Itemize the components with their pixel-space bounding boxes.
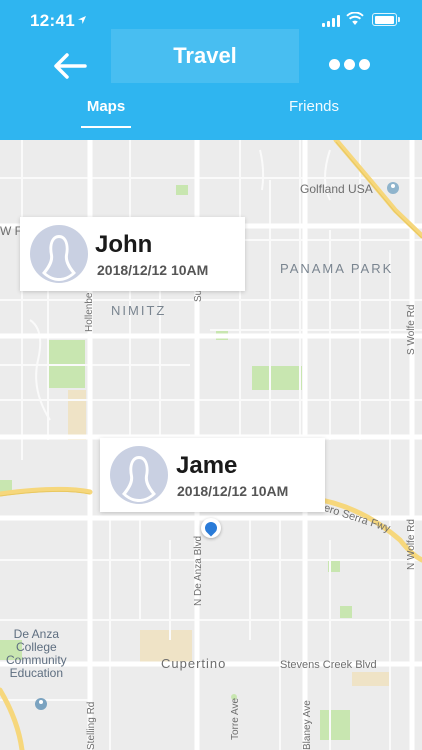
friend-timestamp: 2018/12/12 10AM	[97, 262, 209, 278]
cellular-signal-icon	[322, 15, 340, 27]
tab-maps-label: Maps	[86, 98, 126, 115]
map-label-sunnyvale-rd: Su	[193, 289, 204, 302]
friend-card-john[interactable]: John 2018/12/12 10AM	[20, 217, 245, 291]
friend-timestamp: 2018/12/12 10AM	[177, 483, 289, 499]
map-label-stevens-creek: Stevens Creek Blvd	[280, 659, 377, 671]
battery-icon	[372, 13, 400, 26]
map-label-blaney-ave: Blaney Ave	[302, 700, 313, 750]
person-silhouette-icon	[122, 456, 156, 502]
map-label-golfland: Golfland USA	[300, 182, 373, 196]
active-tab-indicator	[81, 126, 131, 128]
location-arrow-icon	[78, 16, 86, 24]
location-pin-icon[interactable]	[201, 518, 221, 538]
friend-name: Jame	[176, 452, 238, 479]
map-label-stelling-rd: Stelling Rd	[86, 701, 97, 750]
map-label-nimitz: NIMITZ	[111, 303, 167, 318]
back-arrow-icon[interactable]	[52, 51, 88, 81]
map-label-de-anza-college: De Anza College Community Education	[6, 627, 67, 680]
tab-friends-label: Friends	[289, 98, 340, 115]
title-container: Travel	[111, 29, 299, 83]
more-options-icon[interactable]	[329, 59, 370, 70]
map-label-hollenbeck: Hollenbe	[84, 292, 95, 332]
avatar	[30, 225, 88, 283]
wifi-icon	[346, 12, 364, 25]
map-label-cupertino: Cupertino	[161, 656, 227, 671]
map-label-torre-ave: Torre Ave	[230, 697, 241, 740]
friend-name: John	[95, 231, 153, 258]
map-label-n-wolfe-rd: N Wolfe Rd	[406, 519, 417, 570]
app-header: 12:41 Travel Maps Friends	[0, 0, 422, 140]
tab-maps[interactable]: Maps	[81, 98, 131, 128]
person-silhouette-icon	[42, 235, 76, 281]
map-label-s-wolfe-rd: S Wolfe Rd	[406, 304, 417, 355]
avatar	[110, 446, 168, 504]
tab-friends[interactable]: Friends	[289, 98, 339, 115]
friend-card-jame[interactable]: Jame 2018/12/12 10AM	[100, 438, 325, 512]
page-title: Travel	[173, 43, 237, 68]
map-label-n-de-anza-blvd: N De Anza Blvd	[193, 535, 204, 606]
map-label-panama-park: PANAMA PARK	[280, 261, 394, 276]
status-time: 12:41	[30, 11, 75, 30]
